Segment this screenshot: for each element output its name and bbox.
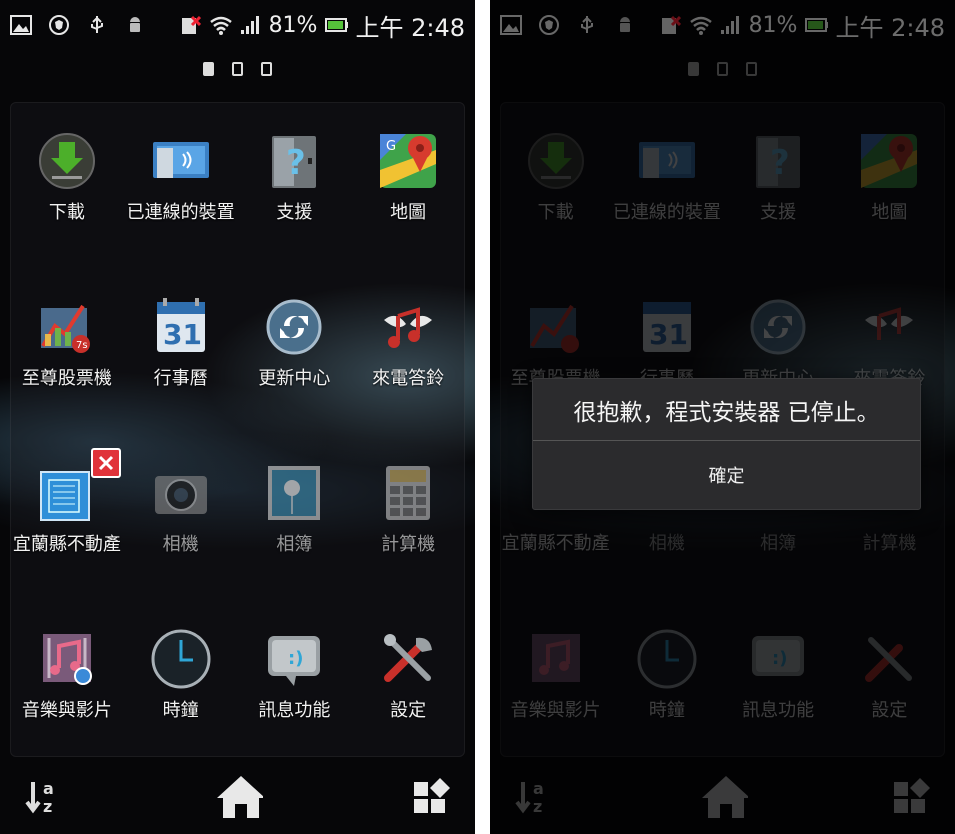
home-icon xyxy=(216,776,263,818)
music-video-icon xyxy=(35,628,99,690)
app-label: 計算機 xyxy=(381,534,436,554)
app-update-center[interactable]: 更新中心 xyxy=(238,296,352,388)
phone-screen-after: 81% 上午 2:48 下載 已連線的裝置 ? xyxy=(490,0,955,834)
calendar-day: 31 xyxy=(163,318,202,351)
calendar-icon: 31 xyxy=(149,296,213,358)
ok-button[interactable]: 確定 xyxy=(533,441,920,509)
shield-icon xyxy=(48,14,70,36)
app-label: 音樂與影片 xyxy=(21,700,112,720)
gallery-notification-icon xyxy=(10,14,32,36)
battery-percent: 81% xyxy=(268,12,318,38)
app-label: 已連線的裝置 xyxy=(126,202,235,222)
app-download[interactable]: 下載 xyxy=(10,130,124,222)
app-label: 設定 xyxy=(390,700,427,720)
app-label: 至尊股票機 xyxy=(21,368,112,388)
error-message: 很抱歉，程式安裝器 已停止。 xyxy=(533,379,920,441)
connected-devices-icon xyxy=(149,130,213,192)
sort-apps-button[interactable]: az xyxy=(18,771,68,821)
app-calculator[interactable]: 計算機 xyxy=(351,462,465,554)
battery-icon xyxy=(325,14,349,36)
app-label: 時鐘 xyxy=(162,700,199,720)
app-label: 訊息功能 xyxy=(258,700,331,720)
dock: az xyxy=(0,758,475,834)
app-label: 更新中心 xyxy=(258,368,331,388)
page-dot xyxy=(261,62,272,76)
svg-text::): :) xyxy=(288,648,303,669)
app-label: 地圖 xyxy=(390,202,427,222)
phone-screen-before: 81% 上午 2:48 下載 已連線的裝置 ? 支援 G 地圖 7s 至尊股票機… xyxy=(0,0,475,834)
download-icon xyxy=(35,130,99,192)
signal-icon xyxy=(239,14,261,36)
page-dot-active xyxy=(203,62,214,76)
real-estate-icon xyxy=(35,448,121,524)
ringtone-icon xyxy=(376,296,440,358)
status-bar: 81% 上午 2:48 xyxy=(0,0,475,50)
app-label: 支援 xyxy=(276,202,313,222)
app-label: 來電答鈴 xyxy=(372,368,445,388)
android-debug-icon xyxy=(124,14,146,36)
svg-text:?: ? xyxy=(286,143,306,183)
app-label: 相簿 xyxy=(276,534,313,554)
app-album[interactable]: 相簿 xyxy=(238,462,352,554)
maps-icon: G xyxy=(376,130,440,192)
app-stock[interactable]: 7s 至尊股票機 xyxy=(10,296,124,388)
clock-icon xyxy=(149,628,213,690)
error-dialog: 很抱歉，程式安裝器 已停止。 確定 xyxy=(532,378,921,510)
update-center-icon xyxy=(262,296,326,358)
svg-text:G: G xyxy=(386,139,396,154)
app-real-estate[interactable]: 宜蘭縣不動產 xyxy=(10,448,124,554)
app-label: 下載 xyxy=(48,202,85,222)
app-music-video[interactable]: 音樂與影片 xyxy=(10,628,124,720)
app-camera[interactable]: 相機 xyxy=(124,462,238,554)
camera-icon xyxy=(149,462,213,524)
app-maps[interactable]: G 地圖 xyxy=(351,130,465,222)
widgets-icon xyxy=(414,778,450,813)
app-calendar[interactable]: 31 行事曆 xyxy=(124,296,238,388)
settings-icon xyxy=(376,628,440,690)
home-button[interactable] xyxy=(213,771,263,821)
album-icon xyxy=(262,462,326,524)
svg-text:7s: 7s xyxy=(76,340,88,351)
app-label: 相機 xyxy=(162,534,199,554)
messaging-icon: :) xyxy=(262,628,326,690)
page-dot xyxy=(232,62,243,76)
svg-text:a: a xyxy=(43,779,54,798)
clock-time: 上午 2:48 xyxy=(355,13,465,42)
stock-icon: 7s xyxy=(35,296,99,358)
no-sim-icon xyxy=(179,14,201,36)
page-indicator xyxy=(0,62,475,76)
app-messaging[interactable]: :) 訊息功能 xyxy=(238,628,352,720)
widgets-button[interactable] xyxy=(407,771,457,821)
app-settings[interactable]: 設定 xyxy=(351,628,465,720)
wifi-icon xyxy=(209,14,232,36)
app-grid: 下載 已連線的裝置 ? 支援 G 地圖 7s 至尊股票機 31 行事曆 更新中心… xyxy=(10,130,465,720)
app-label: 行事曆 xyxy=(153,368,208,388)
app-ringtone[interactable]: 來電答鈴 xyxy=(351,296,465,388)
app-support[interactable]: ? 支援 xyxy=(238,130,352,222)
app-label: 宜蘭縣不動產 xyxy=(12,534,121,554)
delete-badge-icon[interactable] xyxy=(90,448,121,478)
app-clock[interactable]: 時鐘 xyxy=(124,628,238,720)
calculator-icon xyxy=(376,462,440,524)
support-icon: ? xyxy=(262,130,326,192)
sort-az-icon: az xyxy=(25,779,54,816)
svg-text:z: z xyxy=(43,797,52,816)
usb-icon xyxy=(86,14,108,36)
app-connected-devices[interactable]: 已連線的裝置 xyxy=(124,130,238,222)
